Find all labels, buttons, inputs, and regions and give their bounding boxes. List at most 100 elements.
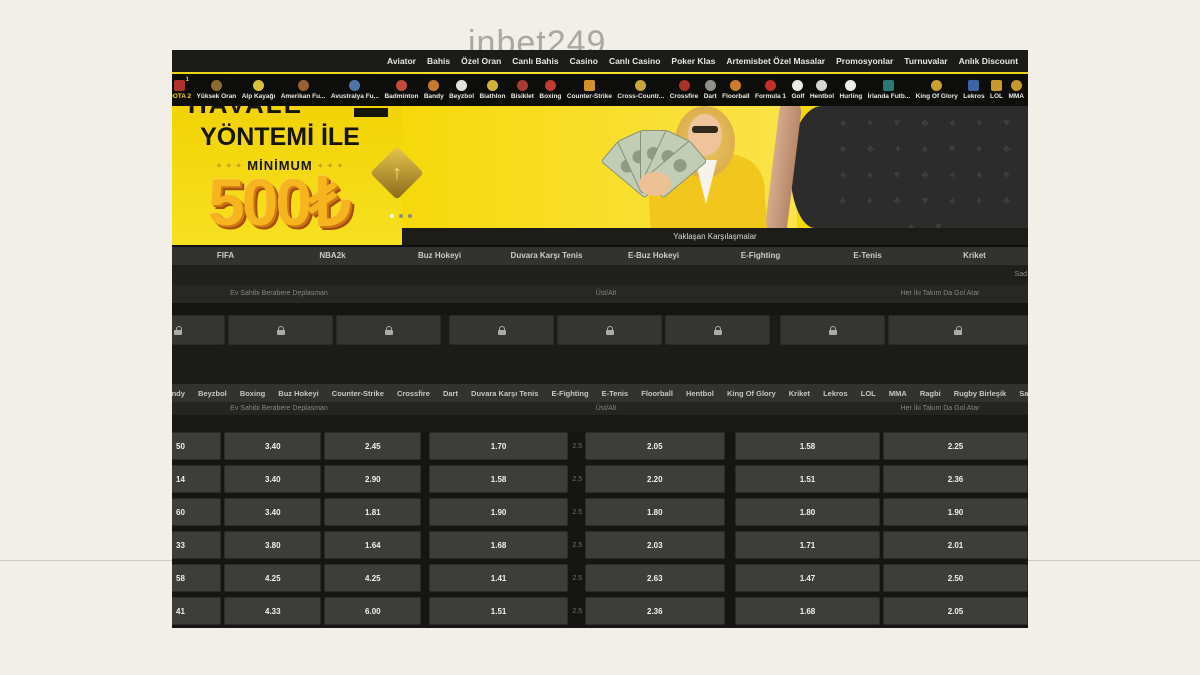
sport-tab[interactable]: Dart bbox=[443, 389, 458, 398]
odds-cell-under[interactable]: 1.80 bbox=[584, 498, 725, 526]
sport-item[interactable]: Dart bbox=[704, 80, 717, 100]
topnav-item[interactable]: Özel Oran bbox=[461, 56, 501, 66]
odds-cell-home[interactable]: 14 bbox=[172, 465, 222, 493]
sport-tab[interactable]: King Of Glory bbox=[727, 389, 776, 398]
sport-tab[interactable]: Bandy bbox=[172, 389, 185, 398]
odds-cell-home[interactable]: 60 bbox=[172, 498, 222, 526]
sport-tab[interactable]: NBA2k bbox=[279, 247, 386, 265]
odds-cell-away[interactable]: 4.25 bbox=[324, 564, 422, 592]
topnav-item[interactable]: Aviator bbox=[387, 56, 416, 66]
odds-cell-btts-no[interactable]: 2.36 bbox=[882, 465, 1028, 493]
locked-odds-cell[interactable] bbox=[557, 315, 662, 345]
odds-cell-draw[interactable]: 3.40 bbox=[224, 498, 322, 526]
topnav-item[interactable]: Canlı Bahis bbox=[512, 56, 558, 66]
promo-banner[interactable]: ♠ ♦ ♥ ♣ ♠ ♦ ♥ ♠ ♣ ♦ ♠ ♥ ♦ ♣ ♠ ♦ ♥ ♣ ♠ ♦ … bbox=[172, 106, 1028, 245]
odds-cell-home[interactable]: 50 bbox=[172, 432, 222, 460]
odds-cell-btts-yes[interactable]: 1.58 bbox=[734, 432, 880, 460]
sport-item[interactable]: Beyzbol bbox=[449, 80, 474, 100]
sport-item[interactable]: MMA bbox=[1008, 80, 1024, 100]
sport-item[interactable]: King Of Glory bbox=[916, 80, 958, 100]
sport-item[interactable]: Golf bbox=[791, 80, 804, 100]
odds-cell-btts-no[interactable]: 2.50 bbox=[882, 564, 1028, 592]
odds-cell-over[interactable]: 1.70 bbox=[429, 432, 568, 460]
carousel-dot[interactable] bbox=[390, 214, 394, 218]
odds-cell-btts-no[interactable]: 2.25 bbox=[882, 432, 1028, 460]
odds-cell-btts-yes[interactable]: 1.51 bbox=[734, 465, 880, 493]
odds-cell-home[interactable]: 33 bbox=[172, 531, 222, 559]
sport-tab[interactable]: Counter-Strike bbox=[332, 389, 384, 398]
locked-odds-cell[interactable] bbox=[888, 315, 1028, 345]
odds-cell-draw[interactable]: 3.40 bbox=[224, 465, 322, 493]
topnav-item[interactable]: Promosyonlar bbox=[836, 56, 893, 66]
sport-item[interactable]: Crossfire bbox=[670, 80, 698, 100]
odds-cell-under[interactable]: 2.36 bbox=[584, 597, 725, 625]
odds-cell-draw[interactable]: 4.33 bbox=[224, 597, 322, 625]
sport-tab[interactable]: Beyzbol bbox=[198, 389, 227, 398]
locked-odds-cell[interactable] bbox=[780, 315, 885, 345]
sport-item[interactable]: Formula 1 bbox=[755, 80, 786, 100]
sport-tab[interactable]: Salon bbox=[1019, 389, 1028, 398]
topnav-item[interactable]: Canlı Casino bbox=[609, 56, 660, 66]
sport-tab[interactable]: E-Buz Hokeyi bbox=[600, 247, 707, 265]
odds-cell-away[interactable]: 2.45 bbox=[324, 432, 422, 460]
topnav-item[interactable]: Poker Klas bbox=[671, 56, 715, 66]
odds-cell-btts-yes[interactable]: 1.68 bbox=[734, 597, 880, 625]
odds-cell-over[interactable]: 1.68 bbox=[429, 531, 568, 559]
odds-cell-over[interactable]: 1.58 bbox=[429, 465, 568, 493]
odds-cell-over[interactable]: 1.51 bbox=[429, 597, 568, 625]
sport-tab[interactable]: Boxing bbox=[240, 389, 265, 398]
topnav-item[interactable]: Casino bbox=[570, 56, 598, 66]
sport-tab[interactable]: Duvara Karşı Tenis bbox=[471, 389, 538, 398]
odds-cell-btts-no[interactable]: 1.90 bbox=[882, 498, 1028, 526]
odds-cell-btts-yes[interactable]: 1.71 bbox=[734, 531, 880, 559]
topnav-item[interactable]: Anlık Discount bbox=[959, 56, 1019, 66]
sport-item[interactable]: LOL bbox=[990, 80, 1003, 100]
locked-odds-cell[interactable] bbox=[665, 315, 770, 345]
sport-item[interactable]: Avustralya Fu... bbox=[331, 80, 379, 100]
sport-tab[interactable]: Ragbi bbox=[920, 389, 941, 398]
sport-item[interactable]: Yüksek Oran bbox=[197, 80, 236, 100]
sport-item[interactable]: Bandy bbox=[424, 80, 444, 100]
sport-tab[interactable]: E-Tenis bbox=[602, 389, 629, 398]
sport-item[interactable]: Amerikan Fu... bbox=[281, 80, 325, 100]
odds-cell-draw[interactable]: 4.25 bbox=[224, 564, 322, 592]
sport-item[interactable]: Lekros bbox=[963, 80, 985, 100]
sport-tab[interactable]: E-Fighting bbox=[707, 247, 814, 265]
odds-cell-home[interactable]: 58 bbox=[172, 564, 222, 592]
carousel-dot[interactable] bbox=[399, 214, 403, 218]
sport-item[interactable]: Counter-Strike bbox=[567, 80, 612, 100]
sport-item[interactable]: Hentbol bbox=[810, 80, 834, 100]
odds-cell-home[interactable]: 41 bbox=[172, 597, 222, 625]
sport-tab[interactable]: E-Fighting bbox=[551, 389, 588, 398]
sport-tab[interactable]: Crossfire bbox=[397, 389, 430, 398]
sport-item[interactable]: Cross-Countr... bbox=[617, 80, 664, 100]
sport-tab[interactable]: Rugby Birleşik bbox=[954, 389, 1007, 398]
locked-odds-cell[interactable] bbox=[336, 315, 441, 345]
odds-cell-under[interactable]: 2.63 bbox=[584, 564, 725, 592]
odds-cell-over[interactable]: 1.41 bbox=[429, 564, 568, 592]
odds-cell-under[interactable]: 2.03 bbox=[584, 531, 725, 559]
sport-tab[interactable]: E-Tenis bbox=[814, 247, 921, 265]
sport-item[interactable]: Floorball bbox=[722, 80, 750, 100]
topnav-item[interactable]: Bahis bbox=[427, 56, 450, 66]
sport-item[interactable]: 1 DOTA 2 bbox=[172, 77, 191, 100]
sport-tab[interactable]: MMA bbox=[889, 389, 907, 398]
odds-cell-away[interactable]: 1.64 bbox=[324, 531, 422, 559]
sport-item[interactable]: İrlanda Futb... bbox=[868, 80, 910, 100]
sport-item[interactable]: Boxing bbox=[539, 80, 561, 100]
locked-odds-cell[interactable] bbox=[449, 315, 554, 345]
odds-cell-under[interactable]: 2.05 bbox=[584, 432, 725, 460]
sport-tab[interactable]: Kriket bbox=[789, 389, 810, 398]
sport-tab[interactable]: Kriket bbox=[921, 247, 1028, 265]
odds-cell-btts-no[interactable]: 2.01 bbox=[882, 531, 1028, 559]
sport-tab[interactable]: LOL bbox=[861, 389, 876, 398]
sport-tab[interactable]: Hentbol bbox=[686, 389, 714, 398]
sport-tab[interactable]: FIFA bbox=[172, 247, 279, 265]
odds-cell-away[interactable]: 1.81 bbox=[324, 498, 422, 526]
odds-cell-draw[interactable]: 3.40 bbox=[224, 432, 322, 460]
odds-cell-over[interactable]: 1.90 bbox=[429, 498, 568, 526]
sport-tab[interactable]: Floorball bbox=[641, 389, 673, 398]
locked-odds-cell[interactable] bbox=[172, 315, 225, 345]
sport-item[interactable]: Hurling bbox=[839, 80, 862, 100]
odds-cell-under[interactable]: 2.20 bbox=[584, 465, 725, 493]
